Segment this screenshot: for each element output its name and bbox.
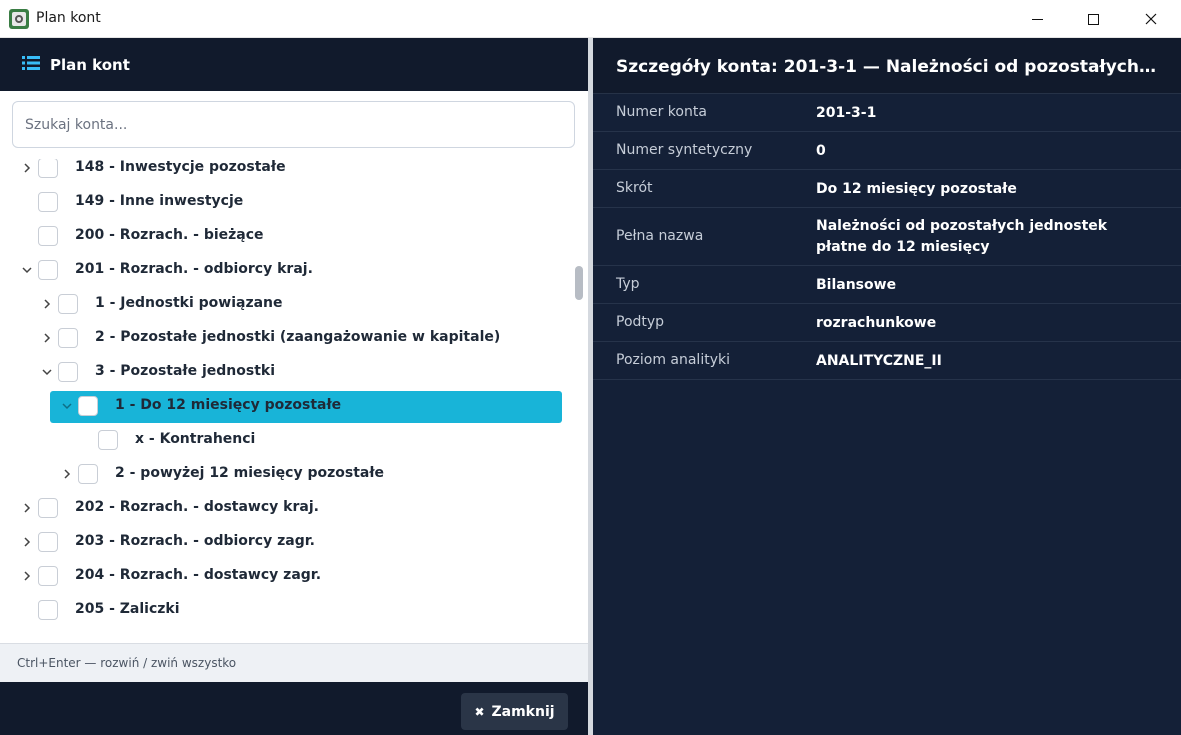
chevron-down-icon[interactable] (20, 263, 34, 277)
tree-row[interactable]: 1 - Jednostki powiązane (0, 288, 588, 320)
tree-row-label: 1 - Do 12 miesięcy pozostałe (115, 397, 342, 413)
detail-key: Pełna nazwa (616, 228, 704, 244)
tree-row[interactable]: 149 - Inne inwestycje (0, 186, 588, 218)
tree-title: Plan kont (50, 56, 130, 74)
detail-key: Numer syntetyczny (616, 142, 753, 158)
shortcut-hint: Ctrl+Enter — rozwiń / zwiń wszystko (17, 656, 237, 670)
tree-row-checkbox[interactable] (98, 430, 118, 450)
chevron-down-icon[interactable] (40, 365, 54, 379)
chevron-right-icon[interactable] (40, 331, 54, 345)
tree-row[interactable]: 200 - Rozrach. - bieżące (0, 220, 588, 252)
window-title: Plan kont (36, 10, 101, 26)
tree-row-checkbox[interactable] (38, 566, 58, 586)
tree-row-label: 149 - Inne inwestycje (75, 193, 244, 209)
search-area (0, 91, 588, 159)
tree-row-checkbox[interactable] (58, 362, 78, 382)
detail-value: 0 (816, 143, 826, 159)
detail-row: Pełna nazwa Należności od pozostałych jed… (593, 208, 1181, 266)
title-bar: Plan kont (0, 0, 1181, 38)
close-icon: ✖ (474, 704, 485, 719)
account-tree-panel: Plan kont 148 - Inwestycje pozostałe 149 … (0, 38, 588, 735)
account-tree: 148 - Inwestycje pozostałe 149 - Inne inw… (0, 159, 588, 643)
detail-value: Należności od pozostałych jednostek płat… (816, 218, 1108, 255)
tree-row-checkbox[interactable] (58, 328, 78, 348)
detail-row: Typ Bilansowe (593, 266, 1181, 304)
tree-row-label: 200 - Rozrach. - bieżące (75, 227, 264, 243)
tree-row[interactable]: 2 - Pozostałe jednostki (zaangażowanie w… (0, 322, 588, 354)
detail-row: Numer konta 201-3-1 (593, 94, 1181, 132)
app-icon (9, 9, 29, 29)
detail-key: Skrót (616, 180, 653, 196)
chevron-right-icon[interactable] (60, 467, 74, 481)
chevron-right-icon[interactable] (20, 569, 34, 583)
close-window-button[interactable] (1123, 0, 1179, 38)
tree-row-label: 2 - powyżej 12 miesięcy pozostałe (115, 465, 385, 481)
tree-row-checkbox[interactable] (38, 532, 58, 552)
status-bar: Ctrl+Enter — rozwiń / zwiń wszystko (0, 643, 588, 682)
close-button[interactable]: ✖ Zamknij (461, 693, 568, 730)
detail-value: rozrachunkowe (816, 315, 937, 331)
tree-row-checkbox[interactable] (38, 159, 58, 178)
close-icon (1145, 13, 1157, 25)
tree-scrollbar[interactable] (575, 266, 583, 300)
detail-value: Do 12 miesięcy pozostałe (816, 181, 1017, 197)
account-details-panel: Szczegóły konta: 201-3-1 — Należności od… (593, 38, 1181, 735)
detail-row: Skrót Do 12 miesięcy pozostałe (593, 170, 1181, 208)
tree-row-label: 203 - Rozrach. - odbiorcy zagr. (75, 533, 315, 549)
tree-row[interactable]: 205 - Zaliczki (0, 594, 588, 626)
chevron-right-icon[interactable] (40, 297, 54, 311)
tree-row-checkbox[interactable] (38, 600, 58, 620)
tree-row-checkbox[interactable] (38, 192, 58, 212)
detail-key: Poziom analityki (616, 352, 730, 368)
tree-row-checkbox[interactable] (58, 294, 78, 314)
close-button-label: Zamknij (491, 703, 555, 720)
tree-row-label: 205 - Zaliczki (75, 601, 180, 617)
details-title: Szczegóły konta: 201-3-1 — Należności od… (616, 57, 1161, 77)
tree-row[interactable]: 3 - Pozostałe jednostki (0, 356, 588, 388)
tree-row[interactable]: x - Kontrahenci (0, 424, 588, 456)
tree-row[interactable]: 202 - Rozrach. - dostawcy kraj. (0, 492, 588, 524)
chevron-down-icon[interactable] (60, 399, 74, 413)
tree-row-checkbox[interactable] (78, 464, 98, 484)
details-header: Szczegóły konta: 201-3-1 — Należności od… (593, 38, 1181, 94)
tree-row[interactable]: 148 - Inwestycje pozostałe (0, 159, 588, 184)
tree-row[interactable]: 203 - Rozrach. - odbiorcy zagr. (0, 526, 588, 558)
tree-row-label: 201 - Rozrach. - odbiorcy kraj. (75, 261, 313, 277)
tree-row-checkbox[interactable] (38, 260, 58, 280)
chevron-right-icon[interactable] (20, 161, 34, 175)
tree-row-checkbox[interactable] (38, 226, 58, 246)
tree-row[interactable]: 204 - Rozrach. - dostawcy zagr. (0, 560, 588, 592)
tree-row[interactable]: 1 - Do 12 miesięcy pozostałe (0, 390, 588, 422)
detail-key: Numer konta (616, 104, 707, 120)
tree-footer: ✖ Zamknij (0, 682, 588, 735)
tree-row-label: 2 - Pozostałe jednostki (zaangażowanie w… (95, 329, 501, 345)
detail-row: Podtyp rozrachunkowe (593, 304, 1181, 342)
tree-row-label: x - Kontrahenci (135, 431, 256, 447)
minimize-button[interactable] (1009, 0, 1065, 38)
detail-value: Bilansowe (816, 277, 897, 293)
detail-row: Numer syntetyczny 0 (593, 132, 1181, 170)
chevron-right-icon[interactable] (20, 501, 34, 515)
tree-header: Plan kont (0, 38, 588, 91)
tree-row-checkbox[interactable] (38, 498, 58, 518)
tree-row-label: 148 - Inwestycje pozostałe (75, 159, 286, 175)
maximize-icon (1087, 13, 1099, 25)
tree-row-label: 202 - Rozrach. - dostawcy kraj. (75, 499, 319, 515)
tree-row-label: 204 - Rozrach. - dostawcy zagr. (75, 567, 322, 583)
maximize-button[interactable] (1065, 0, 1121, 38)
detail-value: ANALITYCZNE_II (816, 353, 942, 369)
detail-value: 201-3-1 (816, 105, 877, 121)
tree-row[interactable]: 201 - Rozrach. - odbiorcy kraj. (0, 254, 588, 286)
tree-row[interactable]: 2 - powyżej 12 miesięcy pozostałe (0, 458, 588, 490)
minimize-icon (1031, 18, 1043, 20)
chevron-right-icon[interactable] (20, 535, 34, 549)
tree-row-checkbox[interactable] (78, 396, 98, 416)
search-input[interactable] (12, 101, 575, 148)
tree-row-label: 3 - Pozostałe jednostki (95, 363, 276, 379)
list-icon (22, 56, 40, 70)
detail-key: Podtyp (616, 314, 665, 330)
detail-row: Poziom analityki ANALITYCZNE_II (593, 342, 1181, 380)
tree-row-label: 1 - Jednostki powiązane (95, 295, 283, 311)
detail-key: Typ (616, 276, 640, 292)
